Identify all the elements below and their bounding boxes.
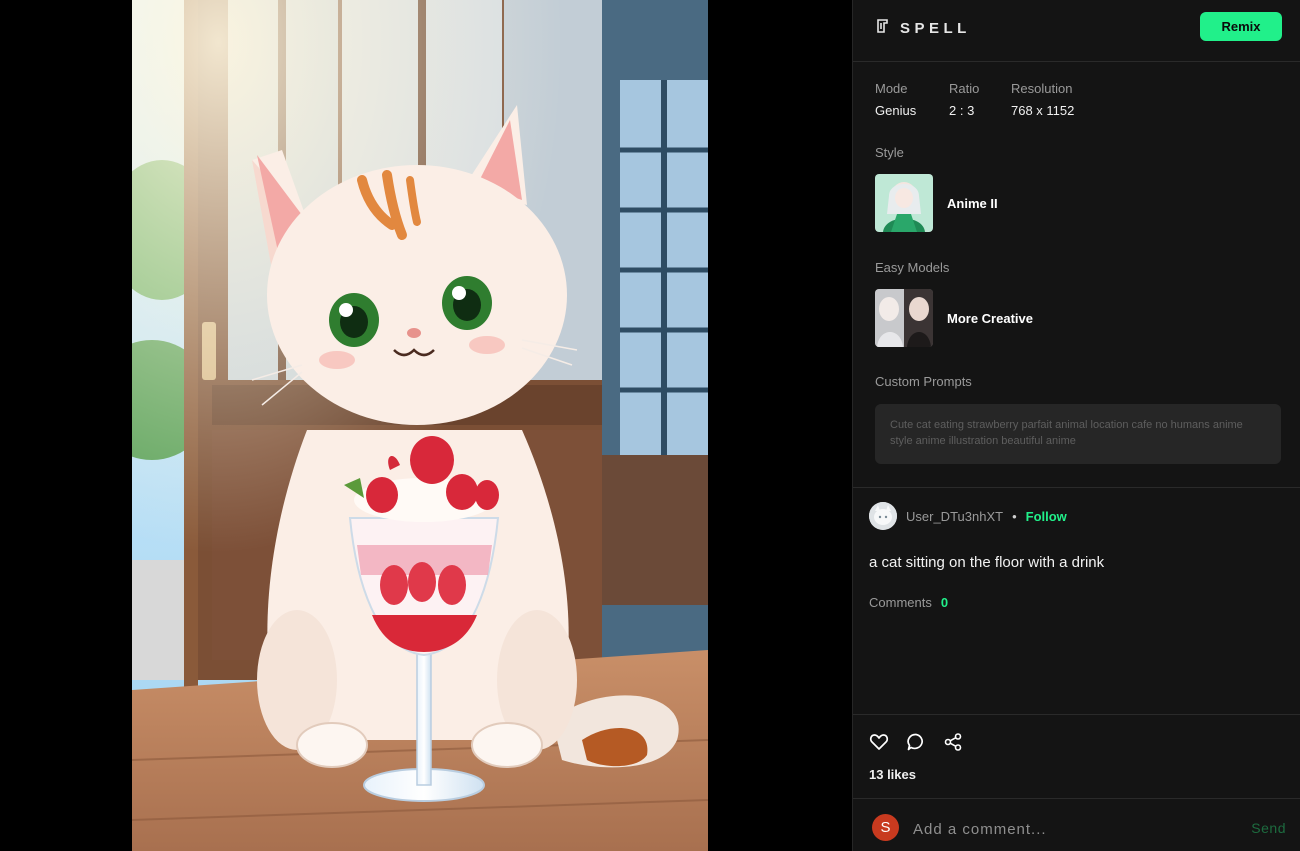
post-caption: a cat sitting on the floor with a drink	[869, 554, 1105, 571]
generated-artwork[interactable]	[132, 0, 708, 851]
style-label: Style	[875, 145, 904, 160]
likes-count: 13 likes	[869, 767, 916, 782]
artwork-image	[132, 0, 708, 851]
style-name: Anime II	[947, 195, 998, 211]
style-item[interactable]: Anime II	[875, 174, 998, 232]
detail-panel: SPELL Remix Mode Genius Ratio 2 : 3 Reso…	[852, 0, 1300, 851]
send-button[interactable]: Send	[1251, 820, 1286, 836]
panel-header: SPELL Remix	[853, 0, 1300, 62]
ratio-info: Ratio 2 : 3	[949, 81, 979, 118]
ratio-value: 2 : 3	[949, 103, 975, 118]
easy-model-name: More Creative	[947, 310, 1033, 326]
comments-label: Comments	[869, 595, 932, 610]
username[interactable]: User_DTu3nhXT	[906, 509, 1003, 524]
resolution-info: Resolution 768 x 1152	[1011, 81, 1074, 118]
comment-icon[interactable]	[906, 732, 926, 752]
divider	[853, 714, 1300, 715]
remix-button[interactable]: Remix	[1200, 12, 1282, 41]
comment-input[interactable]	[911, 814, 1215, 844]
heart-icon[interactable]	[869, 732, 889, 752]
easy-model-thumbnail	[875, 289, 933, 347]
comments-count: 0	[940, 595, 949, 610]
divider	[853, 487, 1300, 488]
post-actions	[869, 732, 963, 752]
comment-composer: S Send	[853, 799, 1300, 851]
resolution-label: Resolution	[1011, 81, 1073, 96]
brand[interactable]: SPELL	[875, 18, 971, 39]
easy-model-item[interactable]: More Creative	[875, 289, 1033, 347]
follow-button[interactable]: Follow	[1026, 509, 1067, 524]
custom-prompts-label: Custom Prompts	[875, 374, 972, 389]
spell-logo-icon	[875, 18, 891, 39]
user-avatar[interactable]	[869, 502, 897, 530]
comments-summary[interactable]: Comments 0	[869, 595, 948, 610]
share-icon[interactable]	[943, 732, 963, 752]
custom-prompt-text: Cute cat eating strawberry parfait anima…	[875, 404, 1281, 464]
style-thumbnail	[875, 174, 933, 232]
resolution-value: 768 x 1152	[1011, 103, 1075, 118]
current-user-avatar: S	[872, 814, 899, 841]
mode-value: Genius	[875, 103, 917, 118]
brand-name: SPELL	[900, 20, 971, 37]
mode-info: Mode Genius	[875, 81, 916, 118]
separator-dot: •	[1012, 508, 1017, 524]
author-row: User_DTu3nhXT • Follow	[869, 502, 1067, 530]
mode-label: Mode	[875, 81, 908, 96]
ratio-label: Ratio	[949, 81, 980, 96]
easy-models-label: Easy Models	[875, 260, 950, 275]
